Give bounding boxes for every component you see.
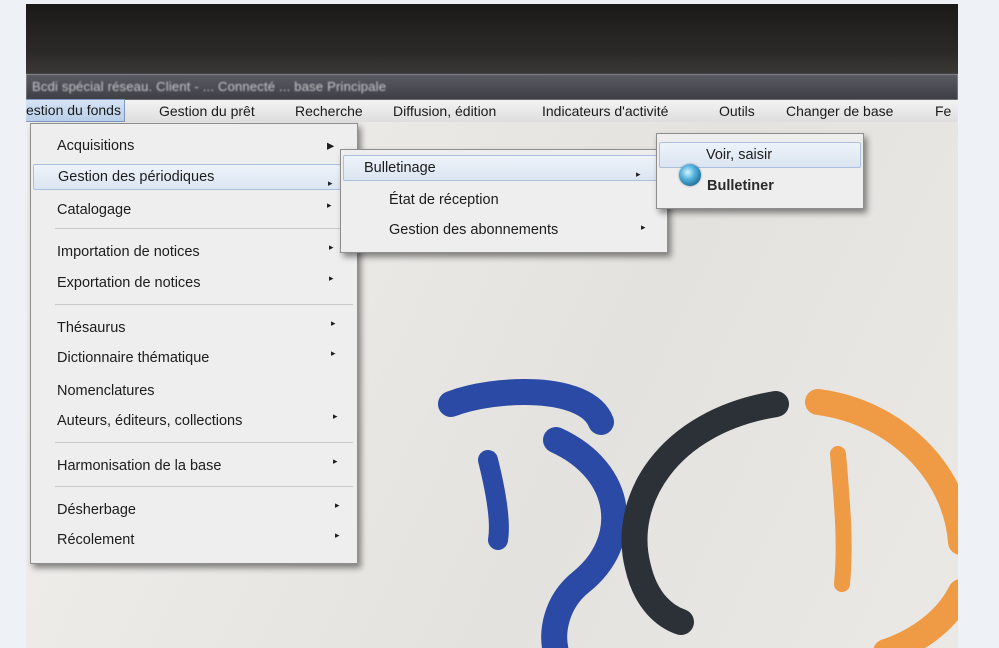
menu-outils[interactable]: Outils bbox=[716, 100, 758, 122]
logo-d-stem bbox=[830, 446, 852, 592]
menu-item-label: Gestion des abonnements bbox=[389, 222, 559, 238]
submenu-gestion-des-periodiques: Bulletinage ▸ État de réception Gestion … bbox=[340, 149, 668, 253]
submenu-arrow-icon: ▸ bbox=[331, 348, 336, 358]
monitor-bezel bbox=[26, 4, 958, 74]
menu-item-label: Bulletiner bbox=[707, 178, 774, 194]
menu-item-importation-de-notices[interactable]: Importation de notices bbox=[57, 244, 200, 260]
menu-separator bbox=[55, 228, 353, 229]
menu-item-dictionnaire-thematique[interactable]: Dictionnaire thématique bbox=[57, 350, 209, 366]
submenu-arrow-icon: ▸ bbox=[641, 222, 646, 232]
logo-b-top-arc bbox=[438, 378, 614, 435]
menu-gestion-du-fonds[interactable]: estion du fonds bbox=[26, 99, 125, 122]
menu-separator bbox=[55, 304, 353, 305]
logo-d-bottom bbox=[873, 579, 958, 648]
menu-item-label: Dictionnaire thématique bbox=[57, 350, 210, 366]
menu-item-desherbage[interactable]: Désherbage bbox=[57, 502, 136, 518]
menu-item-label: Bulletinage bbox=[364, 160, 436, 176]
submenu-item-bulletinage[interactable]: Bulletinage ▸ bbox=[343, 155, 665, 181]
menu-bar: estion du fonds Gestion du prêt Recherch… bbox=[26, 99, 958, 123]
menu-item-harmonisation-de-la-base[interactable]: Harmonisation de la base bbox=[57, 458, 221, 474]
menu-recherche[interactable]: Recherche bbox=[292, 100, 366, 122]
menu-item-label: Harmonisation de la base bbox=[57, 458, 222, 474]
disc-icon bbox=[679, 164, 701, 186]
menu-item-catalogage[interactable]: Catalogage bbox=[57, 202, 131, 218]
menu-separator bbox=[55, 486, 353, 487]
menu-item-label: Acquisitions bbox=[57, 138, 135, 154]
menu-item-label: Nomenclatures bbox=[57, 383, 155, 399]
submenu-arrow-icon: ▸ bbox=[636, 169, 641, 179]
menu-item-label: Voir, saisir bbox=[706, 147, 773, 163]
menu-item-gestion-des-periodiques[interactable]: Gestion des périodiques ▸ bbox=[33, 164, 355, 190]
menu-item-thesaurus[interactable]: Thésaurus bbox=[57, 320, 126, 336]
menu-item-exportation-de-notices[interactable]: Exportation de notices bbox=[57, 275, 200, 291]
menu-gestion-du-pret[interactable]: Gestion du prêt bbox=[156, 100, 258, 122]
submenu-bulletinage: Voir, saisir Bulletiner bbox=[656, 133, 864, 209]
menu-changer-de-base[interactable]: Changer de base bbox=[783, 100, 896, 122]
submenu-arrow-icon: ▸ bbox=[335, 500, 340, 510]
submenu-arrow-icon: ▸ bbox=[327, 200, 332, 210]
submenu-arrow-icon: ▸ bbox=[328, 178, 333, 188]
menu-item-label: Auteurs, éditeurs, collections bbox=[57, 413, 243, 429]
menu-item-recolement[interactable]: Récolement bbox=[57, 532, 134, 548]
menu-gestion-du-fonds-dropdown: Acquisitions ▸ Gestion des périodiques ▸… bbox=[30, 123, 358, 564]
menu-item-label: Catalogage bbox=[57, 202, 132, 218]
submenu-arrow-icon: ▸ bbox=[335, 530, 340, 540]
submenu-arrow-icon: ▸ bbox=[329, 242, 334, 252]
menu-fermer[interactable]: Fe bbox=[932, 100, 954, 122]
submenu-arrow-icon: ▸ bbox=[327, 138, 335, 154]
window-title: Bcdi spécial réseau. Client - ... Connec… bbox=[26, 74, 958, 100]
menu-item-label: Exportation de notices bbox=[57, 275, 201, 291]
submenu-item-etat-de-reception[interactable]: État de réception bbox=[389, 192, 499, 208]
menu-item-nomenclatures[interactable]: Nomenclatures bbox=[57, 383, 155, 399]
screen-photo: Bcdi spécial réseau. Client - ... Connec… bbox=[26, 4, 958, 648]
menu-item-label: Importation de notices bbox=[57, 244, 200, 260]
submenu-arrow-icon: ▸ bbox=[331, 318, 336, 328]
submenu-item-gestion-des-abonnements[interactable]: Gestion des abonnements bbox=[389, 222, 558, 238]
logo-c bbox=[621, 391, 789, 635]
menu-indicateurs-activite[interactable]: Indicateurs d'activité bbox=[539, 100, 671, 122]
menu-item-label: Désherbage bbox=[57, 502, 136, 518]
menu-item-acquisitions[interactable]: Acquisitions bbox=[57, 138, 134, 154]
menu-item-label: État de réception bbox=[389, 192, 499, 208]
submenu-arrow-icon: ▸ bbox=[333, 411, 338, 421]
menu-separator bbox=[55, 442, 353, 443]
menu-item-label: Gestion des périodiques bbox=[58, 169, 215, 185]
submenu-item-bulletiner[interactable]: Bulletiner bbox=[707, 178, 774, 194]
menu-diffusion-edition[interactable]: Diffusion, édition bbox=[390, 100, 499, 122]
menu-item-label: Thésaurus bbox=[57, 320, 126, 336]
logo-b-stem bbox=[478, 450, 509, 550]
submenu-arrow-icon: ▸ bbox=[329, 273, 334, 283]
menu-item-auteurs-editeurs-collections[interactable]: Auteurs, éditeurs, collections bbox=[57, 413, 242, 429]
submenu-arrow-icon: ▸ bbox=[333, 456, 338, 466]
logo-b-bowl bbox=[541, 427, 628, 648]
menu-item-label: Récolement bbox=[57, 532, 135, 548]
